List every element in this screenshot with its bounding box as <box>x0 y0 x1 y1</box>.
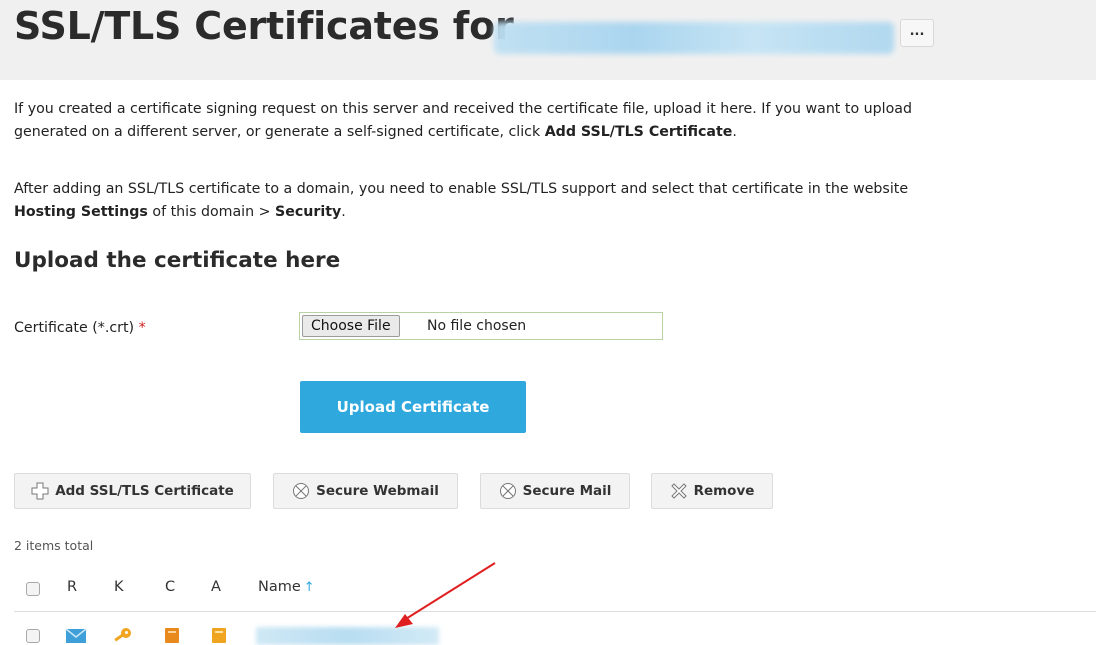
intro-bold: Security <box>275 204 342 220</box>
intro-paragraph-2: After adding an SSL/TLS certificate to a… <box>14 178 1096 224</box>
intro-bold: Add SSL/TLS Certificate <box>544 124 733 140</box>
intro-text: After adding an SSL/TLS certificate to a… <box>14 181 909 197</box>
upload-section-title: Upload the certificate here <box>14 248 341 273</box>
envelope-icon <box>65 628 87 643</box>
column-header-a[interactable]: A <box>211 579 221 595</box>
sort-ascending-icon: ↑ <box>303 580 315 595</box>
intro-paragraph-1: If you created a certificate signing req… <box>14 98 1096 144</box>
file-status-text: No file chosen <box>427 318 527 334</box>
name-column-label: Name <box>258 579 301 595</box>
add-ssl-certificate-button[interactable]: Add SSL/TLS Certificate <box>14 473 251 509</box>
choose-file-button[interactable]: Choose File <box>302 315 400 337</box>
required-mark: * <box>138 320 146 336</box>
certificate-label-text: Certificate (*.crt) <box>14 320 139 336</box>
select-all-checkbox[interactable] <box>26 582 40 596</box>
intro-text: . <box>341 204 346 220</box>
column-header-k[interactable]: K <box>114 579 124 595</box>
upload-certificate-button[interactable]: Upload Certificate <box>300 381 526 433</box>
column-header-name[interactable]: Name ↑ <box>258 579 315 595</box>
certificate-icon <box>212 628 226 643</box>
secure-webmail-button[interactable]: Secure Webmail <box>273 473 458 509</box>
items-total-count: 2 items total <box>14 538 94 553</box>
page-title: SSL/TLS Certificates for <box>14 4 514 48</box>
intro-text: generated on a different server, or gene… <box>14 124 545 140</box>
plus-icon <box>31 482 49 500</box>
cross-icon <box>670 483 687 499</box>
key-icon <box>114 628 131 642</box>
add-ssl-label: Add SSL/TLS Certificate <box>55 483 234 499</box>
column-header-r[interactable]: R <box>67 579 77 595</box>
row-checkbox[interactable] <box>26 629 40 643</box>
intro-text: . <box>732 124 737 140</box>
intro-text: If you created a certificate signing req… <box>14 101 912 117</box>
table-header-divider <box>14 611 1096 612</box>
annotation-arrow-icon <box>395 562 496 628</box>
certificate-field-label: Certificate (*.crt) * <box>14 320 146 336</box>
secure-webmail-label: Secure Webmail <box>316 483 439 499</box>
remove-button[interactable]: Remove <box>651 473 773 509</box>
secure-mail-label: Secure Mail <box>522 483 612 499</box>
no-entry-icon <box>499 483 516 499</box>
page-header: SSL/TLS Certificates for ... <box>0 0 1096 80</box>
certificate-file-input[interactable]: Choose File No file chosen <box>299 312 663 340</box>
blurred-domain-name <box>494 22 894 54</box>
secure-mail-button[interactable]: Secure Mail <box>480 473 630 509</box>
remove-label: Remove <box>693 483 755 499</box>
intro-text: of this domain > <box>147 204 276 220</box>
intro-bold: Hosting Settings <box>14 204 148 220</box>
column-header-c[interactable]: C <box>165 579 175 595</box>
more-actions-button[interactable]: ... <box>900 19 934 47</box>
no-entry-icon <box>293 483 310 499</box>
certificate-icon <box>165 628 179 643</box>
